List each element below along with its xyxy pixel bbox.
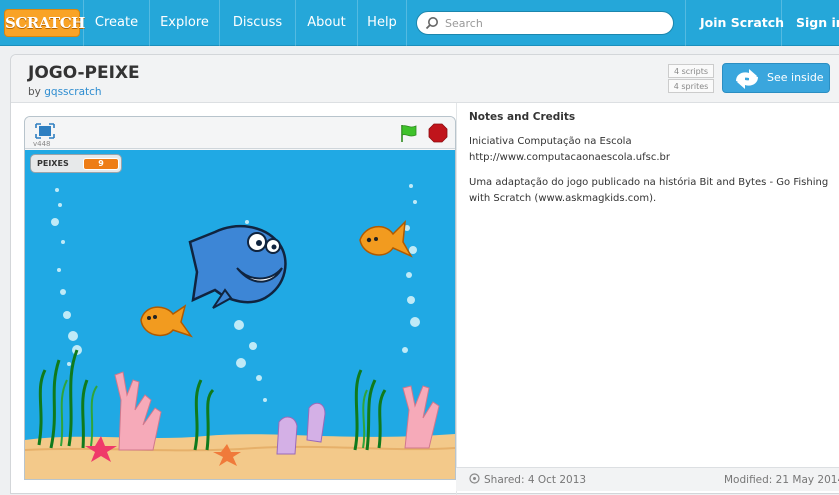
notes-and-credits: Notes and Credits Iniciativa Computação … bbox=[469, 111, 839, 207]
project-player: v448 PEIXES 9 bbox=[24, 116, 456, 480]
variable-monitor[interactable]: PEIXES 9 bbox=[30, 154, 122, 173]
fullscreen-icon[interactable] bbox=[35, 123, 55, 139]
scratch-logo[interactable]: SCRATCH bbox=[4, 9, 85, 37]
project-stage[interactable]: PEIXES 9 bbox=[25, 150, 455, 479]
remix-arrows-icon bbox=[736, 69, 758, 89]
variable-name: PEIXES bbox=[37, 159, 69, 168]
blue-fish-sprite bbox=[188, 225, 287, 309]
green-flag-icon[interactable] bbox=[399, 123, 419, 143]
search-box[interactable] bbox=[416, 11, 674, 35]
join-scratch-link[interactable]: Join Scratch bbox=[685, 0, 785, 46]
search-icon bbox=[425, 17, 438, 30]
search-input[interactable] bbox=[445, 14, 665, 32]
notes-line-2: http://www.computacaonaescola.ufsc.br bbox=[469, 152, 671, 163]
project-header: JOGO-PEIXE by gqsscratch 4 scripts 4 spr… bbox=[11, 55, 839, 103]
nav-create[interactable]: Create bbox=[83, 0, 149, 46]
see-inside-button[interactable]: See inside bbox=[722, 63, 830, 93]
stop-sign-icon[interactable] bbox=[428, 123, 448, 143]
byline-prefix: by bbox=[28, 86, 41, 98]
see-inside-label: See inside bbox=[767, 71, 824, 84]
sign-in-link[interactable]: Sign in bbox=[781, 0, 839, 46]
top-navigation-bar: SCRATCH Create Explore Discuss About Hel… bbox=[0, 0, 839, 46]
orange-fish-sprite-right bbox=[359, 219, 413, 258]
notes-line-3: Uma adaptação do jogo publicado na histó… bbox=[469, 177, 829, 204]
notes-heading: Notes and Credits bbox=[469, 111, 576, 123]
seaweed bbox=[37, 349, 387, 451]
project-byline: by gqsscratch bbox=[28, 86, 102, 98]
project-title: JOGO-PEIXE bbox=[28, 63, 140, 83]
stage-scene bbox=[25, 184, 455, 479]
scripts-count: 4 scripts bbox=[668, 64, 714, 78]
player-version: v448 bbox=[33, 140, 51, 148]
author-link[interactable]: gqsscratch bbox=[44, 86, 101, 98]
orange-fish-sprite-left bbox=[140, 304, 193, 338]
nav-about[interactable]: About bbox=[295, 0, 357, 46]
nav-discuss[interactable]: Discuss bbox=[219, 0, 295, 46]
nav-explore[interactable]: Explore bbox=[149, 0, 219, 46]
shared-date: Shared: 4 Oct 2013 bbox=[484, 474, 587, 486]
sand-floor bbox=[25, 434, 455, 479]
nav-help[interactable]: Help bbox=[357, 0, 407, 46]
column-divider bbox=[456, 103, 457, 495]
project-dates-footer: Shared: 4 Oct 2013 Modified: 21 May 2014 bbox=[456, 467, 839, 491]
notes-line-1: Iniciativa Computação na Escola bbox=[469, 136, 632, 147]
player-controls-bar: v448 bbox=[25, 117, 455, 149]
project-page-container: JOGO-PEIXE by gqsscratch 4 scripts 4 spr… bbox=[10, 54, 839, 495]
variable-value: 9 bbox=[83, 158, 119, 170]
sprites-count: 4 sprites bbox=[668, 79, 714, 93]
modified-date: Modified: 21 May 2014 bbox=[724, 474, 839, 486]
